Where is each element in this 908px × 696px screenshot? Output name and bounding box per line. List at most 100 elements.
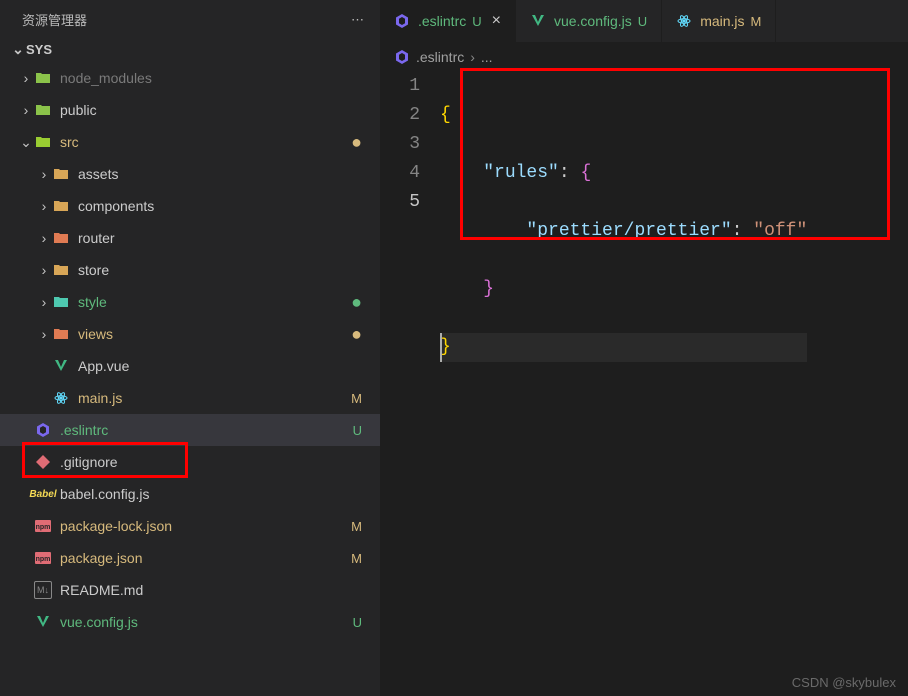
react-icon xyxy=(52,389,70,407)
folder-icon xyxy=(34,101,52,119)
tree-label: babel.config.js xyxy=(60,486,338,502)
chevron-right-icon: › xyxy=(18,102,34,118)
tree-label: views xyxy=(78,326,338,342)
explorer-title: 资源管理器 xyxy=(22,10,87,29)
tree-label: style xyxy=(78,294,338,310)
file-eslintrc[interactable]: .eslintrc U xyxy=(0,414,380,446)
eslint-icon xyxy=(34,421,52,439)
tree-label: vue.config.js xyxy=(60,614,338,630)
editor-area: .eslintrc U × vue.config.js U main.js M … xyxy=(380,0,908,696)
vue-icon xyxy=(52,357,70,375)
chevron-right-icon: › xyxy=(18,70,34,86)
babel-icon: Babel xyxy=(34,485,52,503)
line-gutter: 1 2 3 4 5 xyxy=(380,72,440,420)
tree-label: main.js xyxy=(78,390,338,406)
eslint-icon xyxy=(394,49,410,65)
editor-body[interactable]: 1 2 3 4 5 { "rules": { "prettier/prettie… xyxy=(380,72,908,696)
folder-icon xyxy=(52,197,70,215)
file-app-vue[interactable]: App.vue xyxy=(0,350,380,382)
svg-text:npm: npm xyxy=(36,524,51,531)
chevron-right-icon: › xyxy=(36,294,52,310)
folder-icon xyxy=(34,133,52,151)
file-vue-config[interactable]: vue.config.js U xyxy=(0,606,380,638)
tab-eslintrc[interactable]: .eslintrc U × xyxy=(380,0,516,42)
eslint-icon xyxy=(394,13,410,29)
watermark: CSDN @skybulex xyxy=(792,675,896,690)
svg-text:npm: npm xyxy=(36,556,51,563)
markdown-icon: M↓ xyxy=(34,581,52,599)
file-main-js[interactable]: main.js M xyxy=(0,382,380,414)
editor-breadcrumb[interactable]: .eslintrc › ... xyxy=(380,42,908,72)
folder-assets[interactable]: › assets xyxy=(0,158,380,190)
tab-status: U xyxy=(638,14,647,29)
chevron-right-icon: › xyxy=(36,198,52,214)
folder-views[interactable]: › views ● xyxy=(0,318,380,350)
line-number: 3 xyxy=(409,130,420,159)
file-readme[interactable]: M↓ README.md xyxy=(0,574,380,606)
json-icon: npm xyxy=(34,517,52,535)
git-status-dot: ● xyxy=(338,292,362,313)
tab-label: vue.config.js xyxy=(554,13,632,29)
line-number: 1 xyxy=(409,72,420,101)
tree-label: assets xyxy=(78,166,338,182)
tab-main-js[interactable]: main.js M xyxy=(662,0,776,42)
brace-open: { xyxy=(580,163,591,183)
brace-open: { xyxy=(440,105,451,125)
tab-status: U xyxy=(472,14,481,29)
explorer-header: 资源管理器 ⋯ xyxy=(0,0,380,37)
editor-tabs: .eslintrc U × vue.config.js U main.js M xyxy=(380,0,908,42)
folder-icon xyxy=(52,229,70,247)
explorer-sidebar: 资源管理器 ⋯ ⌄ SYS › node_modules › public ⌄ xyxy=(0,0,380,696)
chevron-right-icon: › xyxy=(36,326,52,342)
folder-src[interactable]: ⌄ src ● xyxy=(0,126,380,158)
tab-vue-config[interactable]: vue.config.js U xyxy=(516,0,662,42)
line-number: 2 xyxy=(409,101,420,130)
git-status: M xyxy=(338,519,362,534)
line-number: 5 xyxy=(409,188,420,217)
chevron-right-icon: › xyxy=(36,262,52,278)
folder-router[interactable]: › router xyxy=(0,222,380,254)
tree-label: router xyxy=(78,230,338,246)
file-package-lock[interactable]: npm package-lock.json M xyxy=(0,510,380,542)
chevron-right-icon: › xyxy=(36,166,52,182)
tree-label: store xyxy=(78,262,338,278)
tree-label: .gitignore xyxy=(60,454,338,470)
tree-label: package-lock.json xyxy=(60,518,338,534)
chevron-right-icon: › xyxy=(36,230,52,246)
json-key: "prettier/prettier" xyxy=(526,221,731,241)
git-icon xyxy=(34,453,52,471)
git-status: M xyxy=(338,551,362,566)
react-icon xyxy=(676,13,692,29)
git-status-dot: ● xyxy=(338,324,362,345)
folder-components[interactable]: › components xyxy=(0,190,380,222)
explorer-more-icon[interactable]: ⋯ xyxy=(351,12,366,28)
file-package-json[interactable]: npm package.json M xyxy=(0,542,380,574)
breadcrumb-file: .eslintrc xyxy=(416,49,464,65)
folder-icon xyxy=(52,293,70,311)
file-tree: › node_modules › public ⌄ src ● › xyxy=(0,62,380,644)
folder-store[interactable]: › store xyxy=(0,254,380,286)
colon: : xyxy=(732,221,754,241)
folder-style[interactable]: › style ● xyxy=(0,286,380,318)
code-content[interactable]: { "rules": { "prettier/prettier": "off" … xyxy=(440,72,807,420)
colon: : xyxy=(559,163,581,183)
brace-close: } xyxy=(440,337,451,357)
git-status: U xyxy=(338,423,362,438)
project-root[interactable]: ⌄ SYS xyxy=(0,37,380,62)
git-status-dot: ● xyxy=(338,132,362,153)
tab-status: M xyxy=(751,14,762,29)
git-status: M xyxy=(338,391,362,406)
close-icon[interactable]: × xyxy=(492,12,501,30)
folder-public[interactable]: › public xyxy=(0,94,380,126)
file-gitignore[interactable]: .gitignore xyxy=(0,446,380,478)
folder-icon xyxy=(52,165,70,183)
json-key: "rules" xyxy=(483,163,559,183)
tree-label: src xyxy=(60,134,338,150)
tree-label: public xyxy=(60,102,338,118)
tree-label: components xyxy=(78,198,338,214)
git-status: U xyxy=(338,615,362,630)
folder-node-modules[interactable]: › node_modules xyxy=(0,62,380,94)
tree-label: .eslintrc xyxy=(60,422,338,438)
tree-label: App.vue xyxy=(78,358,338,374)
file-babel-config[interactable]: Babel babel.config.js xyxy=(0,478,380,510)
